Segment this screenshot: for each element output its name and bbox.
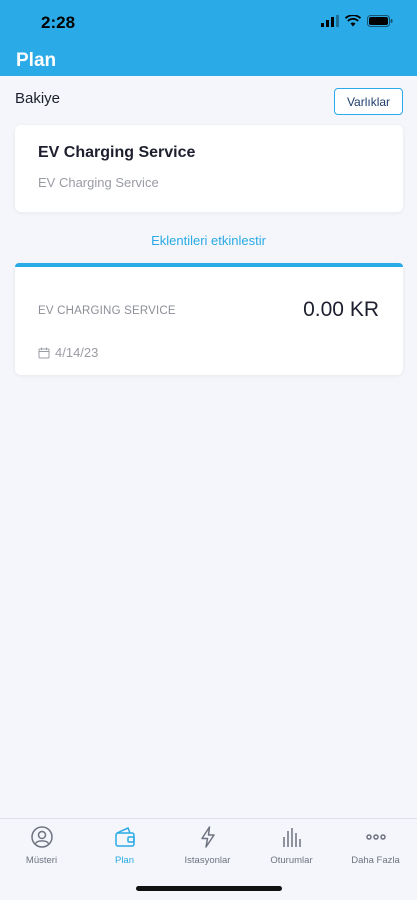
- service-card[interactable]: EV Charging Service EV Charging Service: [15, 125, 403, 212]
- assets-button[interactable]: Varlıklar: [334, 88, 403, 115]
- home-indicator: [136, 886, 282, 891]
- enable-addons-link[interactable]: Eklentileri etkinlestir: [0, 233, 417, 248]
- page-title: Plan: [16, 50, 57, 71]
- tab-label: Plan: [114, 855, 134, 866]
- plan-date: 4/14/23: [55, 345, 99, 360]
- plan-name: EV CHARGING SERVICE: [38, 305, 176, 317]
- plan-amount: 0.00 KR: [303, 298, 379, 321]
- balance-label: Bakiye: [15, 90, 61, 107]
- lightning-icon: [200, 826, 215, 848]
- plan-card[interactable]: EV CHARGING SERVICE 0.00 KR 4/14/23: [15, 263, 403, 375]
- tab-daha-fazla[interactable]: Daha Fazla: [334, 825, 417, 875]
- tab-label: Oturumlar: [270, 855, 313, 866]
- status-bar: 2:28: [0, 0, 417, 46]
- tab-label: Müsteri: [25, 855, 58, 866]
- plan-date-row: 4/14/23: [38, 345, 98, 360]
- user-icon: [30, 826, 53, 848]
- tab-oturumlar[interactable]: Oturumlar: [250, 825, 333, 875]
- status-time: 2:28: [41, 13, 76, 32]
- status-icons: [321, 15, 393, 27]
- wifi-icon: [345, 15, 361, 27]
- more-icon: [365, 834, 386, 840]
- tab-label: Istasyonlar: [184, 855, 231, 866]
- bars-icon: [282, 828, 301, 847]
- tab-istasyonlar[interactable]: Istasyonlar: [166, 825, 249, 875]
- tab-musteri[interactable]: Müsteri: [0, 825, 83, 875]
- battery-icon: [367, 15, 393, 27]
- app-header: Plan: [0, 46, 417, 76]
- tab-plan[interactable]: Plan: [83, 825, 166, 875]
- tab-label: Daha Fazla: [351, 855, 400, 866]
- cellular-signal-icon: [321, 15, 339, 27]
- calendar-icon: [38, 347, 50, 358]
- wallet-icon: [114, 826, 135, 847]
- service-subtitle: EV Charging Service: [38, 175, 159, 190]
- service-title: EV Charging Service: [38, 144, 196, 161]
